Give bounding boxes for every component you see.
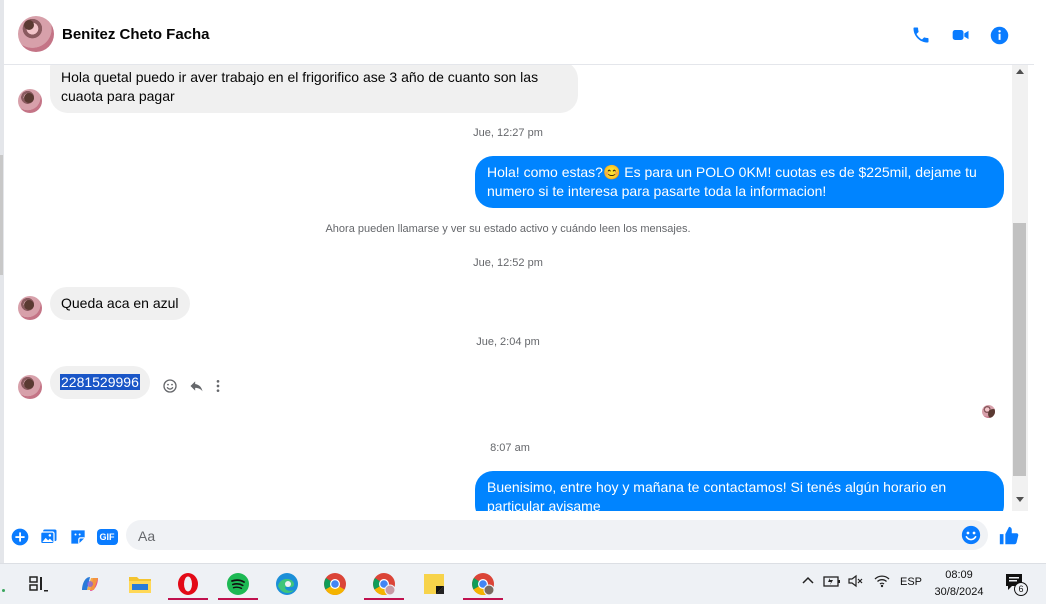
show-hidden-icons-chevron-icon[interactable] — [802, 575, 814, 587]
wifi-icon[interactable] — [874, 574, 890, 588]
gif-icon[interactable]: GIF — [95, 526, 119, 548]
reply-icon[interactable] — [188, 378, 205, 394]
scrollbar-thumb[interactable] — [1013, 223, 1026, 476]
message-input-box[interactable] — [126, 520, 988, 552]
react-emoji-icon[interactable] — [162, 378, 178, 394]
selected-phone-number[interactable]: 2281529996 — [60, 374, 140, 390]
emoji-icon[interactable] — [960, 524, 982, 551]
contact-avatar-small[interactable] — [18, 89, 42, 113]
sticky-notes-icon[interactable] — [418, 568, 450, 600]
gallery-icon[interactable] — [38, 526, 60, 548]
windows-taskbar: ESP 08:09 30/8/2024 6 — [0, 563, 1046, 604]
scroll-down-arrow-icon[interactable] — [1016, 497, 1024, 502]
seen-indicator-avatar — [982, 405, 995, 418]
info-icon[interactable] — [988, 24, 1010, 46]
message-bubble-incoming[interactable]: Queda aca en azul — [50, 287, 190, 320]
task-view-icon[interactable] — [23, 568, 55, 600]
message-composer: GIF — [4, 515, 1034, 559]
chrome-profile-icon[interactable] — [364, 568, 404, 600]
volume-muted-icon[interactable] — [848, 574, 864, 588]
incoming-message-row: Hola quetal puedo ir aver trabajo en el … — [18, 65, 578, 113]
file-explorer-icon[interactable] — [124, 568, 156, 600]
chrome-profile-2-icon[interactable] — [463, 568, 503, 600]
chat-header: Benitez Cheto Facha — [4, 0, 1034, 65]
message-actions — [162, 378, 221, 394]
clock-date: 30/8/2024 — [934, 586, 984, 598]
running-indicator — [463, 598, 503, 600]
message-input[interactable] — [136, 520, 940, 552]
timestamp: Jue, 12:27 pm — [473, 127, 543, 139]
incoming-message-row: 2281529996 — [18, 366, 221, 399]
like-thumbs-up-icon[interactable] — [996, 523, 1022, 549]
running-indicator — [364, 598, 404, 600]
message-bubble-incoming[interactable]: Hola quetal puedo ir aver trabajo en el … — [50, 65, 578, 113]
thread-scrollbar[interactable] — [1012, 65, 1028, 511]
message-bubble-outgoing[interactable]: Buenisimo, entre hoy y mañana te contact… — [475, 471, 1004, 511]
contact-avatar-small[interactable] — [18, 375, 42, 399]
spotify-icon[interactable] — [218, 568, 258, 600]
timestamp: Jue, 12:52 pm — [473, 257, 543, 269]
plus-icon[interactable] — [9, 526, 31, 548]
incoming-message-row: Queda aca en azul — [18, 287, 190, 320]
more-options-icon[interactable] — [215, 378, 221, 394]
sticker-icon[interactable] — [67, 526, 89, 548]
timestamp: Jue, 2:04 pm — [476, 336, 540, 348]
video-camera-icon[interactable] — [950, 24, 972, 46]
opera-icon[interactable] — [168, 568, 208, 600]
message-bubble-outgoing[interactable]: Hola! como estas?😊 Es para un POLO 0KM! … — [475, 156, 1004, 208]
contact-avatar-small[interactable] — [18, 296, 42, 320]
timestamp: 8:07 am — [490, 442, 530, 454]
clock[interactable]: 08:09 30/8/2024 — [930, 567, 988, 601]
battery-icon[interactable] — [823, 574, 841, 588]
clock-time: 08:09 — [945, 569, 973, 581]
notification-count-badge: 6 — [1014, 582, 1028, 596]
copilot-icon[interactable] — [74, 568, 106, 600]
running-indicator — [218, 598, 258, 600]
message-bubble-incoming[interactable]: 2281529996 — [50, 366, 150, 399]
left-edge-mark — [0, 155, 3, 275]
contact-name[interactable]: Benitez Cheto Facha — [62, 26, 210, 43]
notifications-icon[interactable]: 6 — [1004, 572, 1028, 596]
running-indicator — [168, 598, 208, 600]
scroll-up-arrow-icon[interactable] — [1016, 69, 1024, 74]
edge-icon[interactable] — [271, 568, 303, 600]
message-thread[interactable]: Hola quetal puedo ir aver trabajo en el … — [4, 65, 1012, 511]
status-dot — [2, 589, 5, 592]
system-notice: Ahora pueden llamarse y ver su estado ac… — [325, 223, 691, 235]
contact-avatar[interactable] — [18, 16, 54, 52]
chrome-icon[interactable] — [319, 568, 351, 600]
phone-icon[interactable] — [910, 24, 932, 46]
input-language[interactable]: ESP — [900, 576, 922, 588]
